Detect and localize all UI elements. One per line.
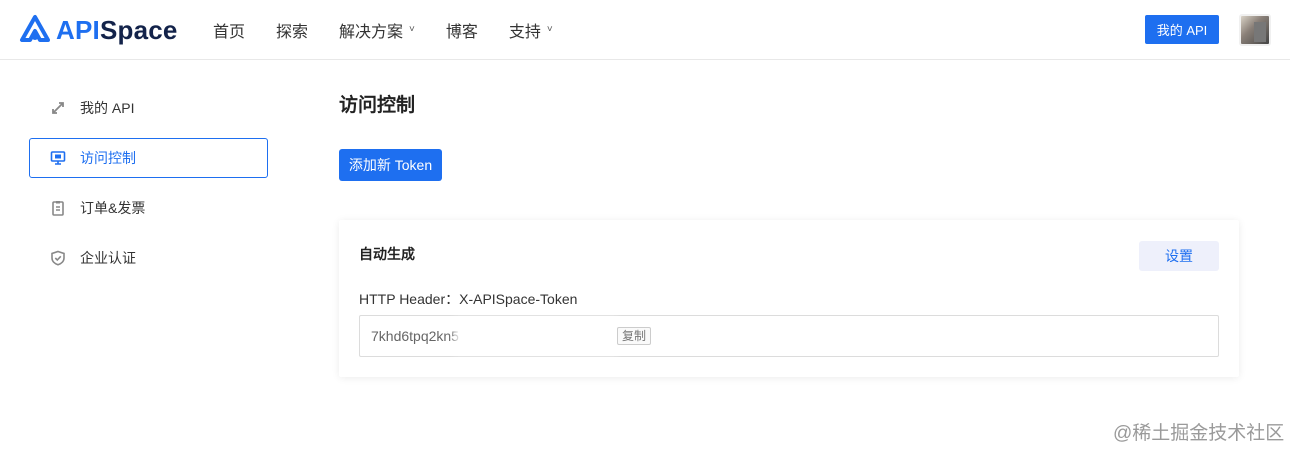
sidebar-item-orders-invoices[interactable]: 订单&发票 [29,188,268,228]
card-title: 自动生成 [359,246,415,262]
sidebar-item-label: 我的 API [80,100,135,116]
sidebar-item-access-control[interactable]: 访问控制 [29,138,268,178]
sidebar-item-label: 访问控制 [80,150,136,166]
token-redaction [460,325,611,347]
watermark: @稀土掘金技术社区 [1113,423,1285,444]
shield-check-icon [50,250,66,266]
sidebar-item-my-api[interactable]: 我的 API [29,88,268,128]
arrows-icon [50,100,66,116]
clipboard-icon [50,200,66,216]
monitor-icon [50,150,66,166]
token-value: 7khd6tpq2kn5 [371,328,459,344]
chevron-down-icon: ˅ [546,23,553,35]
add-token-button[interactable]: 添加新 Token [339,149,442,181]
sidebar-item-label: 企业认证 [80,250,136,266]
apispace-logo-icon [20,15,50,42]
chevron-down-icon: ˅ [409,23,415,35]
apispace-logo[interactable]: APISpace [18,13,178,47]
avatar[interactable] [1239,14,1271,46]
http-header-label: HTTP Header：X-APISpace-Token [359,291,578,307]
logo-text: APISpace [56,14,178,45]
nav-solutions[interactable]: 解决方案 ˅ [339,18,415,42]
nav-blog[interactable]: 博客 [446,18,478,42]
sidebar-item-enterprise-verification[interactable]: 企业认证 [29,238,268,278]
sidebar: 我的 API 访问控制 订单&发票 企业认证 [29,88,268,288]
main-nav: 首页 探索 解决方案 ˅ 博客 支持 ˅ [213,0,584,60]
nav-home[interactable]: 首页 [213,18,245,42]
my-api-button[interactable]: 我的 API [1145,15,1219,44]
settings-button[interactable]: 设置 [1139,241,1219,271]
copy-button[interactable]: 复制 [616,327,651,345]
top-header: APISpace 首页 探索 解决方案 ˅ 博客 支持 ˅ 我的 API [0,0,1290,60]
token-field[interactable]: 7khd6tpq2kn5 复制 [359,315,1219,357]
sidebar-item-label: 订单&发票 [80,200,146,216]
page-title: 访问控制 [339,95,416,116]
token-card: 自动生成 设置 HTTP Header：X-APISpace-Token 7kh… [339,220,1239,377]
nav-support[interactable]: 支持 ˅ [509,18,553,42]
nav-explore[interactable]: 探索 [276,18,308,42]
